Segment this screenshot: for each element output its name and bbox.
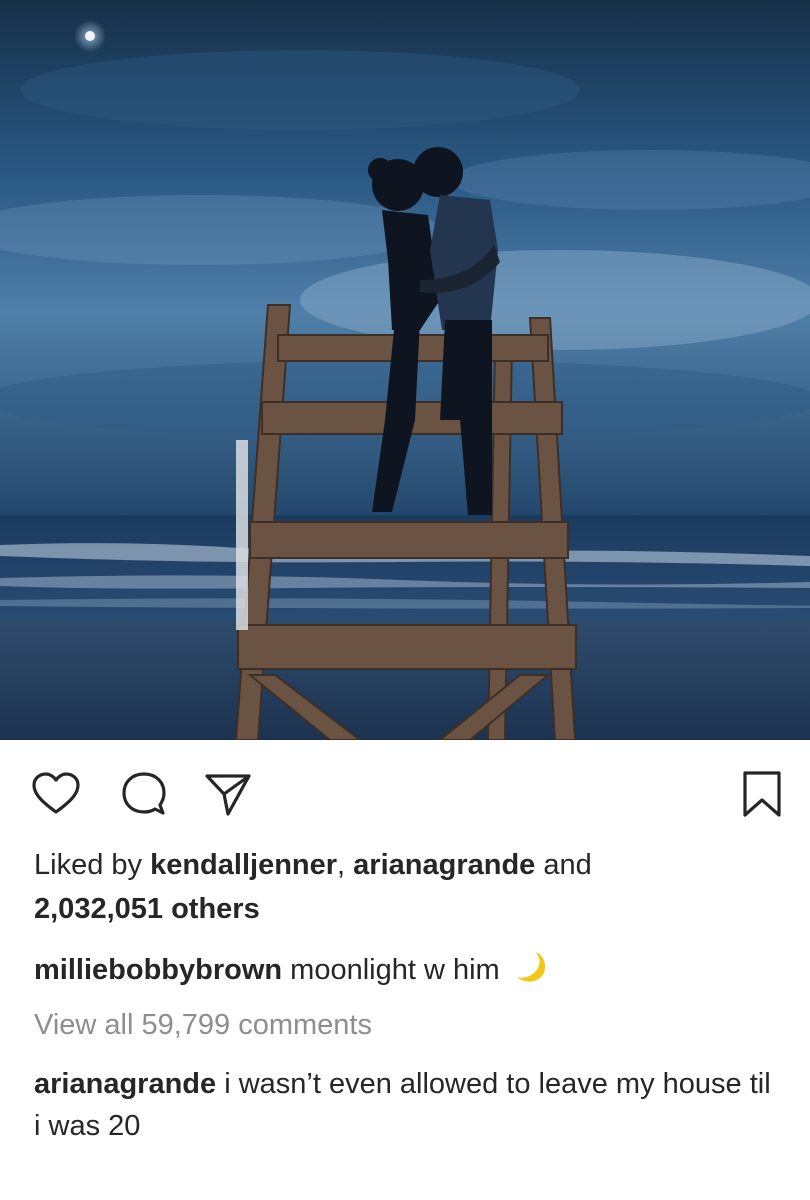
post-photo[interactable] (0, 0, 810, 740)
liker-username[interactable]: kendalljenner (150, 849, 337, 881)
likes-separator: , (337, 849, 354, 881)
caption-text: moonlight w him (282, 954, 508, 986)
heart-icon[interactable] (30, 768, 82, 820)
likes-conjunction: and (535, 849, 592, 881)
crescent-moon-icon (512, 949, 548, 985)
action-bar (0, 740, 810, 840)
caption-username[interactable]: milliebobbybrown (34, 954, 282, 986)
post-caption: milliebobbybrown moonlight w him (34, 948, 784, 992)
beach-scene-illustration (0, 0, 810, 740)
likes-others-count[interactable]: 2,032,051 others (34, 893, 260, 925)
comment-item: arianagrande i wasn’t even allowed to le… (34, 1063, 784, 1147)
bookmark-icon[interactable] (736, 768, 788, 820)
view-all-comments-link[interactable]: View all 59,799 comments (34, 1003, 372, 1047)
comment-icon[interactable] (118, 768, 170, 820)
paper-plane-icon[interactable] (202, 768, 254, 820)
liker-username[interactable]: arianagrande (353, 849, 535, 881)
comment-username[interactable]: arianagrande (34, 1068, 216, 1100)
likes-prefix: Liked by (34, 849, 151, 881)
likes-summary[interactable]: Liked by kendalljenner, arianagrande and… (34, 843, 784, 931)
